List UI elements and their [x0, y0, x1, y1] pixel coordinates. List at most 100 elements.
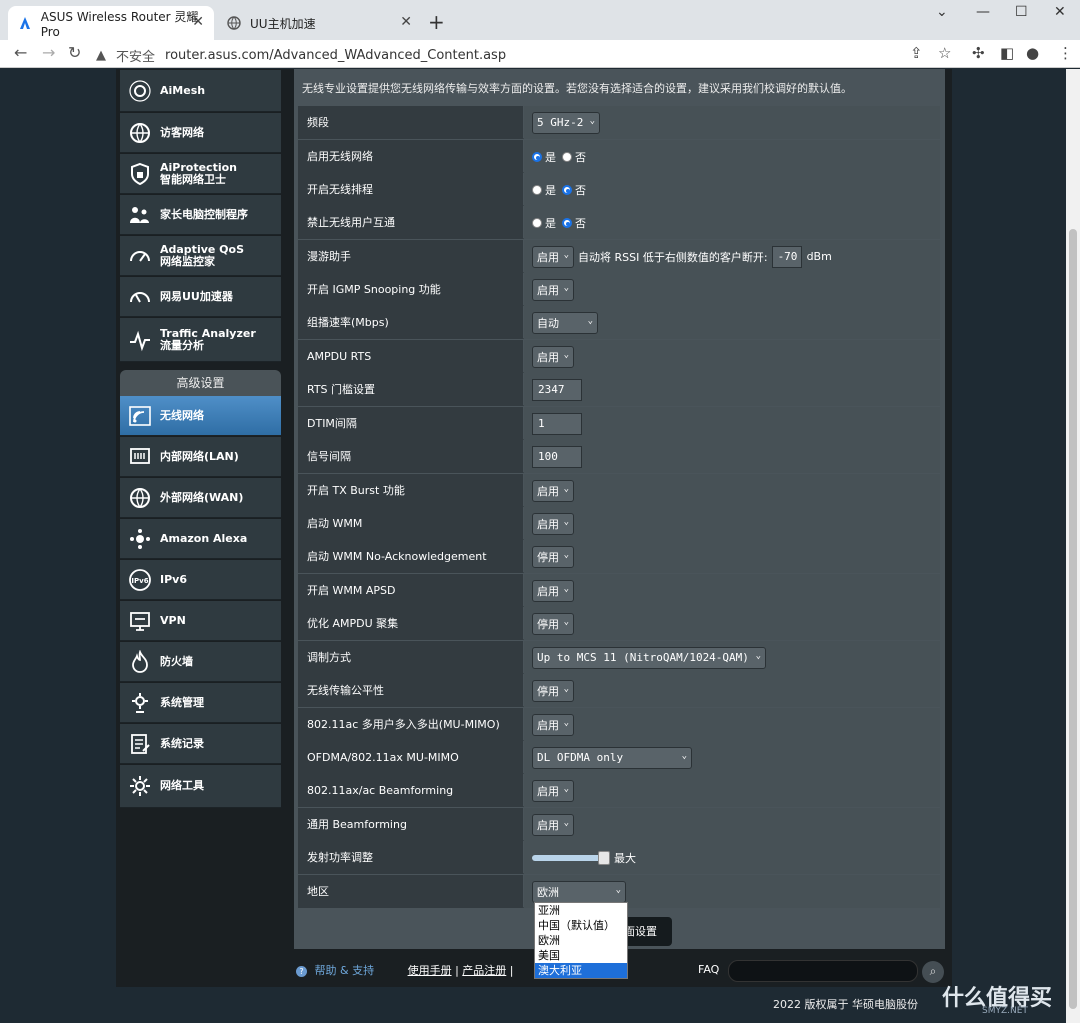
modulation-select[interactable]: Up to MCS 11 (NitroQAM/1024-QAM) ⌄ — [532, 646, 766, 669]
scrollbar-thumb[interactable] — [1069, 229, 1077, 1009]
sidebar-item-wireless[interactable]: 无线网络 — [120, 396, 281, 436]
wmm-noack-select[interactable]: 停用 ⌄ — [532, 545, 574, 568]
sidebar-item-ipv6[interactable]: IPv6 IPv6 — [120, 560, 281, 600]
row-label: 启用无线网络 — [298, 140, 523, 173]
ampdu-agg-select[interactable]: 停用 ⌄ — [532, 612, 574, 635]
register-link[interactable]: 产品注册 — [462, 964, 506, 977]
profile-icon[interactable]: ● — [1026, 44, 1039, 62]
sidebar-item-administration[interactable]: 系统管理 — [120, 683, 281, 723]
region-option[interactable]: 美国 — [535, 948, 627, 963]
star-icon[interactable]: ☆ — [938, 44, 951, 62]
wmm-apsd-select[interactable]: 启用 ⌄ — [532, 579, 574, 602]
roaming-description: 自动将 RSSI 低于右侧数值的客户断开: — [578, 250, 768, 264]
search-icon[interactable]: ⌕ — [922, 961, 944, 983]
sidebar-item-system-log[interactable]: 系统记录 — [120, 724, 281, 764]
maximize-icon[interactable]: ☐ — [1015, 4, 1028, 20]
radio-yes[interactable]: 是 — [532, 182, 556, 198]
svg-text:IPv6: IPv6 — [131, 577, 148, 585]
radio-yes[interactable]: 是 — [532, 215, 556, 231]
sidebar-item-uu-accelerator[interactable]: 网易UU加速器 — [120, 277, 281, 317]
beamforming-universal-select[interactable]: 启用 ⌄ — [532, 813, 574, 836]
tab-uu[interactable]: UU主机加速 ✕ — [216, 6, 422, 40]
minimize-icon[interactable]: — — [976, 4, 990, 20]
close-icon[interactable]: ✕ — [400, 14, 412, 30]
sidebar-item-firewall[interactable]: 防火墙 — [120, 642, 281, 682]
rssi-input[interactable]: -70 — [771, 245, 802, 268]
region-select[interactable]: 欧洲 ⌄ — [532, 880, 626, 903]
sidebar-item-wan[interactable]: 外部网络(WAN) — [120, 478, 281, 518]
region-option[interactable]: 欧洲 — [535, 933, 627, 948]
sidebar-item-aimesh[interactable]: AiMesh — [120, 70, 281, 112]
scrollbar[interactable] — [1066, 69, 1080, 1023]
reload-icon[interactable]: ↻ — [68, 43, 81, 62]
share-icon[interactable]: ⇪ — [910, 44, 923, 62]
row-beamforming-universal: 通用 Beamforming 启用 ⌄ — [298, 808, 940, 841]
multicast-rate-select[interactable]: 自动 ⌄ — [532, 311, 598, 334]
row-label: 开启 TX Burst 功能 — [298, 474, 523, 507]
sidebar-item-parental-control[interactable]: 家长电脑控制程序 — [120, 195, 281, 235]
radio-no[interactable]: 否 — [562, 149, 586, 165]
row-wmm: 启动 WMM 启用 ⌄ — [298, 507, 940, 540]
row-label: 漫游助手 — [298, 240, 523, 273]
sidebar-item-alexa[interactable]: Amazon Alexa — [120, 519, 281, 559]
sidepanel-icon[interactable]: ◧ — [1000, 44, 1014, 62]
roaming-select[interactable]: 启用 ⌄ — [532, 245, 574, 268]
tx-power-slider[interactable] — [532, 850, 610, 865]
row-label: 启动 WMM No-Acknowledgement — [298, 540, 523, 573]
radio-no[interactable]: 否 — [562, 215, 586, 231]
row-enable-wireless: 启用无线网络 是 否 — [298, 140, 940, 173]
ampdu-rts-select[interactable]: 启用 ⌄ — [532, 345, 574, 368]
window-close-icon[interactable]: ✕ — [1054, 4, 1066, 20]
igmp-select[interactable]: 启用 ⌄ — [532, 278, 574, 301]
beamforming-ax-select[interactable]: 启用 ⌄ — [532, 779, 574, 802]
faq-search-input[interactable] — [728, 960, 918, 982]
sidebar-item-adaptive-qos[interactable]: Adaptive QoS 网络监控家 — [120, 236, 281, 276]
sidebar-item-vpn[interactable]: VPN — [120, 601, 281, 641]
tx-power-value: 最大 — [614, 851, 636, 865]
ofdma-select[interactable]: DL OFDMA only ⌄ — [532, 746, 692, 769]
tx-burst-select[interactable]: 启用 ⌄ — [532, 479, 574, 502]
radio-yes[interactable]: 是 — [532, 149, 556, 165]
slider-handle[interactable] — [598, 850, 610, 865]
url-field[interactable]: ▲ 不安全 router.asus.com/Advanced_WAdvanced… — [96, 44, 506, 66]
menu-icon[interactable]: ⋮ — [1058, 44, 1073, 62]
dtim-input[interactable]: 1 — [532, 412, 582, 435]
sidebar-item-network-tools[interactable]: 网络工具 — [120, 765, 281, 808]
beacon-input[interactable]: 100 — [532, 445, 582, 468]
sidebar-item-guest-network[interactable]: 访客网络 — [120, 113, 281, 153]
chevron-down-icon: ⌄ — [589, 115, 595, 126]
mumimo-select[interactable]: 启用 ⌄ — [532, 713, 574, 736]
sidebar-item-label: 系统记录 — [160, 736, 204, 750]
row-label: 调制方式 — [298, 641, 523, 674]
new-tab-button[interactable]: + — [428, 10, 445, 34]
sidebar-item-aiprotection[interactable]: AiProtection 智能网络卫士 — [120, 154, 281, 194]
row-label: RTS 门槛设置 — [298, 373, 523, 406]
tab-asus-router[interactable]: ASUS Wireless Router 灵耀Pro ✕ — [8, 6, 214, 40]
manual-link[interactable]: 使用手册 — [408, 964, 452, 977]
close-icon[interactable]: ✕ — [192, 14, 204, 30]
radio-no[interactable]: 否 — [562, 182, 586, 198]
forward-icon[interactable]: → — [42, 43, 55, 62]
region-option-highlighted[interactable]: 澳大利亚 — [535, 963, 627, 978]
log-icon — [126, 730, 154, 758]
row-label: 802.11ac 多用户多入多出(MU-MIMO) — [298, 708, 523, 741]
tab-title: ASUS Wireless Router 灵耀Pro — [40, 9, 199, 39]
rts-threshold-input[interactable]: 2347 — [532, 378, 582, 401]
sidebar-item-label: 系统管理 — [160, 695, 204, 709]
extensions-icon[interactable]: ✣ — [972, 44, 985, 62]
region-dropdown-list: 亚洲 中国（默认值） 欧洲 美国 澳大利亚 — [534, 902, 628, 979]
row-beacon: 信号间隔 100 — [298, 440, 940, 473]
help-link[interactable]: 帮助 & 支持 — [315, 964, 375, 977]
traffic-icon — [126, 326, 154, 354]
sidebar-item-lan[interactable]: 内部网络(LAN) — [120, 437, 281, 477]
airtime-fairness-select[interactable]: 停用 ⌄ — [532, 679, 574, 702]
wmm-select[interactable]: 启用 ⌄ — [532, 512, 574, 535]
sidebar-item-label: 家长电脑控制程序 — [160, 207, 248, 221]
region-option[interactable]: 亚洲 — [535, 903, 627, 918]
tab-title: UU主机加速 — [250, 16, 316, 31]
region-option[interactable]: 中国（默认值） — [535, 918, 627, 933]
back-icon[interactable]: ← — [14, 43, 27, 62]
chevron-down-icon[interactable]: ⌄ — [936, 4, 948, 20]
sidebar-item-traffic-analyzer[interactable]: Traffic Analyzer 流量分析 — [120, 318, 281, 362]
band-select[interactable]: 5 GHz-2 ⌄ — [532, 111, 600, 134]
